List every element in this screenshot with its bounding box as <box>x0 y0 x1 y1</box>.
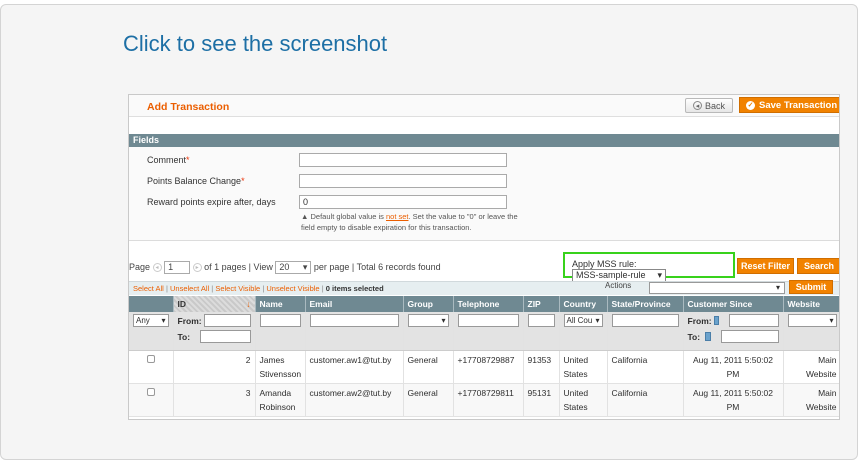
since-from-input[interactable] <box>729 314 779 327</box>
chevron-down-icon: ▾ <box>441 316 446 325</box>
calendar-icon[interactable] <box>713 316 720 325</box>
sort-arrow-icon: ↓ <box>246 299 251 309</box>
filter-row: Any ▾ From: To: ▾ All Cou ▾ From: To: ▾ <box>129 312 839 351</box>
unselect-all-link[interactable]: Unselect All <box>170 284 209 293</box>
back-arrow-icon: ◂ <box>692 101 702 110</box>
mss-label: Apply MSS rule: <box>572 259 637 269</box>
back-button-label: Back <box>704 100 725 111</box>
chevron-down-icon: ▾ <box>657 270 662 280</box>
chevron-down-icon: ▾ <box>302 262 308 272</box>
comment-input[interactable] <box>299 153 507 167</box>
per-page-select[interactable]: 20 ▾ <box>275 261 312 274</box>
state-filter-input[interactable] <box>611 314 679 327</box>
column-header-name[interactable]: Name <box>255 296 306 312</box>
reset-filter-button[interactable]: Reset Filter <box>737 258 794 274</box>
column-header-country[interactable]: Country <box>559 296 608 312</box>
website-filter-select[interactable]: ▾ <box>787 314 837 327</box>
table-row[interactable]: 3 Amanda Robinson customer.aw2@tut.by Ge… <box>129 383 839 417</box>
fieldset-title: Fields <box>129 134 839 147</box>
chevron-down-icon: ▾ <box>775 283 780 292</box>
search-button[interactable]: Search <box>797 258 839 274</box>
header-row: ID ↓ Name Email Group Telephone ZIP Count… <box>129 296 839 312</box>
filter-any: Any ▾ <box>129 312 174 351</box>
column-header-customer-since[interactable]: Customer Since <box>683 296 784 312</box>
not-set-link[interactable]: not set <box>386 212 409 221</box>
page-title: Add Transaction <box>147 101 230 113</box>
select-all-link[interactable]: Select All <box>133 284 164 293</box>
table-row[interactable]: 2 James Stivensson customer.aw1@tut.by G… <box>129 350 839 384</box>
any-select[interactable]: Any ▾ <box>133 314 169 327</box>
email-filter-input[interactable] <box>309 314 399 327</box>
chevron-down-icon: ▾ <box>161 316 166 325</box>
column-header-state[interactable]: State/Province <box>607 296 684 312</box>
prev-page-icon[interactable]: ◂ <box>152 263 162 272</box>
page-input[interactable]: 1 <box>164 261 191 274</box>
chevron-down-icon: ▾ <box>829 316 834 325</box>
column-header-zip[interactable]: ZIP <box>523 296 560 312</box>
expire-label: Reward points expire after, days <box>147 197 276 207</box>
submit-button[interactable]: Submit <box>789 280 833 294</box>
comment-label: Comment* <box>147 155 190 165</box>
warning-icon: ▲ <box>301 212 311 221</box>
column-header-email[interactable]: Email <box>305 296 404 312</box>
points-label: Points Balance Change* <box>147 176 245 186</box>
telephone-filter-input[interactable] <box>457 314 519 327</box>
actions-select[interactable]: ▾ <box>649 282 785 294</box>
save-transaction-button[interactable]: ✓ Save Transaction <box>739 97 839 113</box>
per-page-label: per page <box>313 261 350 272</box>
view-label: | View <box>248 261 273 272</box>
zip-filter-input[interactable] <box>527 314 555 327</box>
since-to-input[interactable] <box>721 330 779 343</box>
customers-grid: ID ↓ Name Email Group Telephone ZIP Count… <box>129 296 839 417</box>
row-checkbox[interactable] <box>147 387 155 396</box>
embedded-screenshot[interactable]: Add Transaction ◂ Back ✓ Save Transactio… <box>128 94 840 420</box>
filter-since: From: To: <box>683 312 784 351</box>
content-panel: Click to see the screenshot Add Transact… <box>0 4 858 460</box>
of-pages-text: of 1 pages <box>204 261 247 272</box>
save-button-label: Save Transaction <box>759 99 838 111</box>
id-to-input[interactable] <box>199 330 251 343</box>
column-header-website[interactable]: Website <box>783 296 839 312</box>
actions-label: Actions <box>605 281 632 290</box>
page-label: Page <box>129 261 151 272</box>
next-page-icon[interactable]: ▸ <box>192 263 202 272</box>
name-filter-input[interactable] <box>259 314 301 327</box>
points-balance-input[interactable] <box>299 174 507 188</box>
expire-note: ▲ Default global value is not set. Set t… <box>301 212 518 232</box>
select-visible-link[interactable]: Select Visible <box>215 284 260 293</box>
expire-days-input[interactable]: 0 <box>299 195 507 209</box>
check-icon: ✓ <box>746 100 755 110</box>
total-records: | Total 6 records found <box>351 261 441 272</box>
screenshot-caption-link[interactable]: Click to see the screenshot <box>123 31 387 57</box>
column-header-group[interactable]: Group <box>403 296 454 312</box>
column-header-id[interactable]: ID ↓ <box>173 296 256 312</box>
row-checkbox[interactable] <box>147 354 155 363</box>
filter-id: From: To: <box>173 312 256 351</box>
page-header: Add Transaction ◂ Back ✓ Save Transactio… <box>129 95 839 117</box>
unselect-visible-link[interactable]: Unselect Visible <box>266 284 319 293</box>
mss-rule-box: Apply MSS rule: MSS-sample-rule ▾ <box>563 252 735 282</box>
chevron-down-icon: ▾ <box>595 316 600 325</box>
id-from-input[interactable] <box>203 314 251 327</box>
fields-form: Comment* Points Balance Change* Reward p… <box>129 147 839 241</box>
checkbox-column-header <box>129 296 174 312</box>
group-filter-select[interactable]: ▾ <box>407 314 449 327</box>
column-header-telephone[interactable]: Telephone <box>453 296 524 312</box>
country-filter-select[interactable]: All Cou ▾ <box>563 314 603 327</box>
selected-count: 0 items selected <box>325 284 384 293</box>
calendar-icon[interactable] <box>705 332 712 341</box>
back-button[interactable]: ◂ Back <box>685 98 733 113</box>
